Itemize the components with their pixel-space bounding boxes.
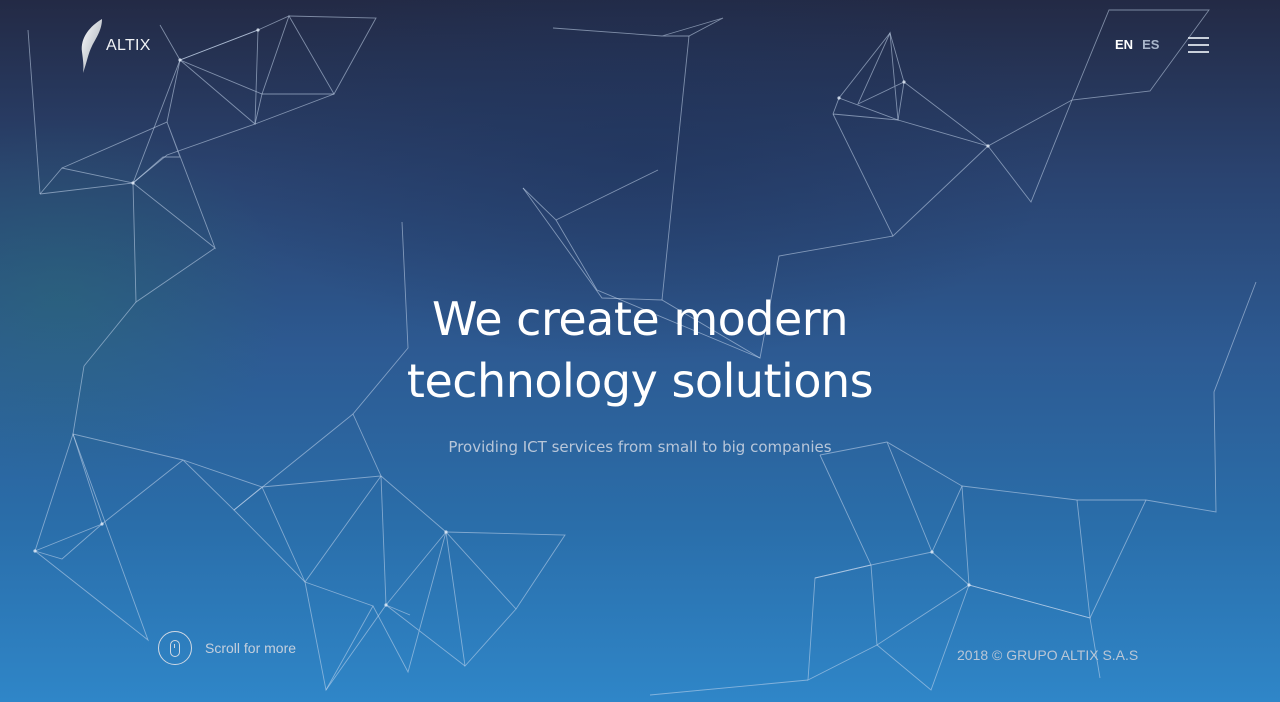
language-es[interactable]: ES (1142, 37, 1159, 52)
hamburger-menu-icon[interactable] (1188, 37, 1210, 53)
scroll-for-more-button[interactable]: Scroll for more (158, 631, 296, 665)
hero-title-line1: We create modern (431, 292, 849, 346)
language-switcher: EN ES (1115, 37, 1159, 52)
language-en[interactable]: EN (1115, 37, 1133, 52)
logo-feather-icon (81, 19, 102, 73)
scroll-label: Scroll for more (205, 640, 297, 656)
altix-logo[interactable]: ALTIX (78, 18, 151, 74)
hero-title: We create modern technology solutions (0, 288, 1280, 412)
footer-copyright: 2018 © GRUPO ALTIX S.A.S (957, 647, 1139, 663)
logo-text: ALTIX (106, 37, 151, 54)
hero-subtitle: Providing ICT services from small to big… (448, 438, 832, 456)
hero-section: We create modern technology solutions Pr… (0, 288, 1280, 456)
mouse-icon (158, 631, 192, 665)
hero-title-line2: technology solutions (406, 354, 874, 408)
